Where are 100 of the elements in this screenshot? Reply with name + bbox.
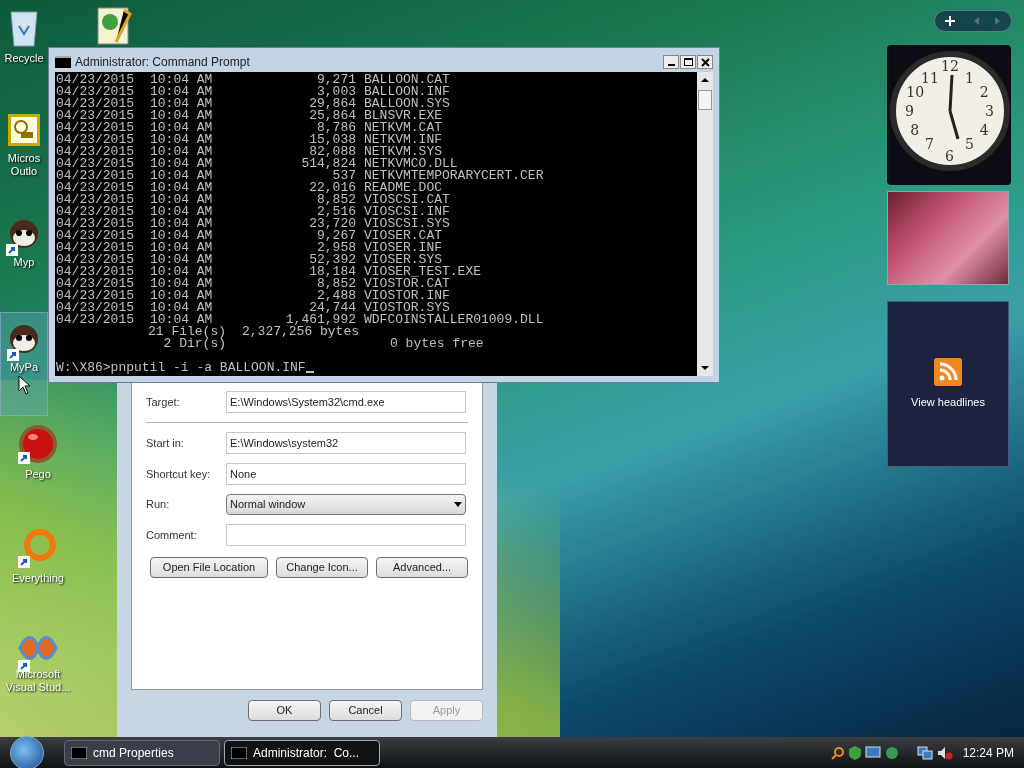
text-field[interactable] bbox=[226, 524, 466, 546]
action-button[interactable]: Open File Location bbox=[150, 557, 268, 578]
clock-numeral: 6 bbox=[945, 150, 954, 162]
file-name-text: VIOSCSI.SYS bbox=[364, 218, 450, 230]
size-text: 8,852 bbox=[317, 194, 356, 206]
desktop-icon[interactable]: Recycle bbox=[0, 0, 48, 104]
file-name-text: NETKVM.SYS bbox=[364, 146, 442, 158]
action-button[interactable]: Advanced... bbox=[376, 557, 468, 578]
text-field[interactable]: E:\Windows\system32 bbox=[226, 432, 466, 454]
command-line: W:\X86>pnputil -i -a BALLOON.INF bbox=[56, 362, 306, 374]
time-text: 10:04 AM bbox=[150, 206, 214, 218]
file-name-text: NETKVM.INF bbox=[364, 134, 442, 146]
clock-numeral: 5 bbox=[965, 137, 974, 150]
console-icon bbox=[55, 56, 71, 68]
file-name-text: BLNSVR.EXE bbox=[364, 110, 442, 122]
file-name-text: VIOSER.SYS bbox=[364, 254, 442, 266]
dialog-button[interactable]: OK bbox=[248, 700, 321, 721]
date-text: 04/23/2015 bbox=[56, 254, 135, 266]
maximize-button[interactable] bbox=[680, 55, 696, 69]
clock-numeral: 7 bbox=[925, 137, 934, 150]
time-text: 10:04 AM bbox=[150, 134, 214, 146]
desktop-icon[interactable]: MyPa bbox=[0, 312, 48, 416]
file-name-text: VIOSCSI.INF bbox=[364, 206, 450, 218]
clock-time[interactable]: 12:24 PM bbox=[962, 743, 1014, 762]
date-text: 04/23/2015 bbox=[56, 134, 135, 146]
date-text: 04/23/2015 bbox=[56, 230, 135, 242]
feed-label: View headlines bbox=[911, 394, 985, 410]
muted-speaker-icon[interactable] bbox=[936, 745, 953, 760]
clock-numeral: 8 bbox=[910, 124, 920, 136]
scroll-thumb[interactable] bbox=[698, 90, 712, 110]
desktop-icon[interactable]: Myp bbox=[0, 208, 48, 312]
clock-gadget[interactable]: 12 11 1 10 2 9 3 8 4 7 5 6 bbox=[887, 45, 1011, 185]
shield-icon[interactable] bbox=[848, 745, 861, 760]
notepad-icon[interactable] bbox=[94, 6, 134, 46]
feed-gadget[interactable]: View headlines bbox=[887, 301, 1009, 467]
size-text: 82,088 bbox=[309, 146, 356, 158]
size-text: 15,038 bbox=[308, 134, 356, 146]
file-name-text: VIOSCSI.CAT bbox=[364, 194, 450, 206]
calendar-icon bbox=[6, 112, 42, 148]
mouse-cursor-icon bbox=[18, 375, 30, 395]
scrollbar[interactable] bbox=[697, 72, 713, 376]
date-text: 04/23/2015 bbox=[56, 314, 135, 326]
file-name-text: VIOSER_TEST.EXE bbox=[364, 266, 482, 278]
taskbar-button[interactable]: Administrator: Co... bbox=[224, 739, 380, 766]
time-text: 10:04 AM bbox=[150, 290, 214, 302]
time-text: 10:04 AM bbox=[150, 278, 214, 290]
add-icon[interactable] bbox=[945, 16, 955, 26]
size-text: 8,786 bbox=[317, 122, 356, 134]
icon-label: Everything bbox=[11, 572, 65, 585]
time-text: 10:04 AM bbox=[150, 230, 214, 242]
taskbar-button[interactable]: cmd Properties bbox=[64, 739, 220, 766]
text-field[interactable]: None bbox=[226, 463, 466, 485]
clock-numeral: 4 bbox=[979, 124, 989, 136]
file-name-text: VIOSER.CAT bbox=[364, 230, 442, 242]
count-text: 21 File(s) bbox=[147, 326, 226, 338]
clock-numeral: 1 bbox=[965, 72, 974, 85]
network-icon[interactable] bbox=[916, 745, 933, 760]
size-text: 52,392 bbox=[308, 254, 356, 266]
icon-label: Micros Outlo bbox=[6, 152, 42, 178]
size-text: 3,003 bbox=[317, 86, 356, 98]
file-name-text: BALLOON.CAT bbox=[364, 74, 450, 86]
date-text: 04/23/2015 bbox=[56, 242, 135, 254]
time-text: 10:04 AM bbox=[150, 146, 214, 158]
text-field[interactable]: E:\Windows\System32\cmd.exe bbox=[226, 391, 466, 413]
date-text: 04/23/2015 bbox=[56, 218, 135, 230]
photo-placeholder[interactable] bbox=[887, 191, 1009, 285]
amount-text: 0 bytes free bbox=[389, 338, 484, 350]
icon-label: MyPa bbox=[8, 361, 40, 374]
date-text: 04/23/2015 bbox=[56, 98, 135, 110]
clock-numeral: 11 bbox=[921, 72, 939, 85]
date-text: 04/23/2015 bbox=[56, 266, 135, 278]
file-name-text: WDFCOINSTALLER01009.DLL bbox=[364, 314, 544, 326]
size-text: 2,958 bbox=[317, 242, 356, 254]
amount-text: 2,327,256 bytes bbox=[242, 326, 360, 338]
time-text: 10:04 AM bbox=[150, 242, 214, 254]
time-text: 10:04 AM bbox=[150, 158, 214, 170]
size-text: 24,744 bbox=[309, 302, 356, 314]
start-button[interactable] bbox=[10, 735, 44, 768]
field-label: Start in: bbox=[146, 435, 185, 451]
size-text: 29,864 bbox=[308, 98, 356, 110]
console-icon bbox=[71, 746, 87, 759]
globe-icon[interactable] bbox=[884, 745, 899, 760]
monitor-icon[interactable] bbox=[864, 745, 881, 760]
icon-label: Pego bbox=[24, 468, 52, 481]
close-button[interactable] bbox=[697, 55, 713, 69]
minimize-button[interactable] bbox=[663, 55, 679, 69]
date-text: 04/23/2015 bbox=[56, 122, 135, 134]
icon-label: Recycle bbox=[3, 52, 45, 65]
console-icon bbox=[231, 746, 247, 759]
search-icon[interactable] bbox=[830, 745, 845, 760]
desktop-icon[interactable]: Micros Outlo bbox=[0, 104, 48, 208]
dialog-button[interactable]: Cancel bbox=[329, 700, 402, 721]
icon-label: Microsoft Visual Stud... bbox=[4, 668, 72, 694]
time-text: 10:04 AM bbox=[150, 98, 214, 110]
date-text: 04/23/2015 bbox=[56, 146, 135, 158]
field-label: Target: bbox=[146, 394, 181, 410]
dropdown[interactable]: Normal window bbox=[226, 494, 466, 515]
time-text: 10:04 AM bbox=[150, 74, 214, 86]
size-text: 9,267 bbox=[317, 230, 356, 242]
action-button[interactable]: Change Icon... bbox=[276, 557, 368, 578]
